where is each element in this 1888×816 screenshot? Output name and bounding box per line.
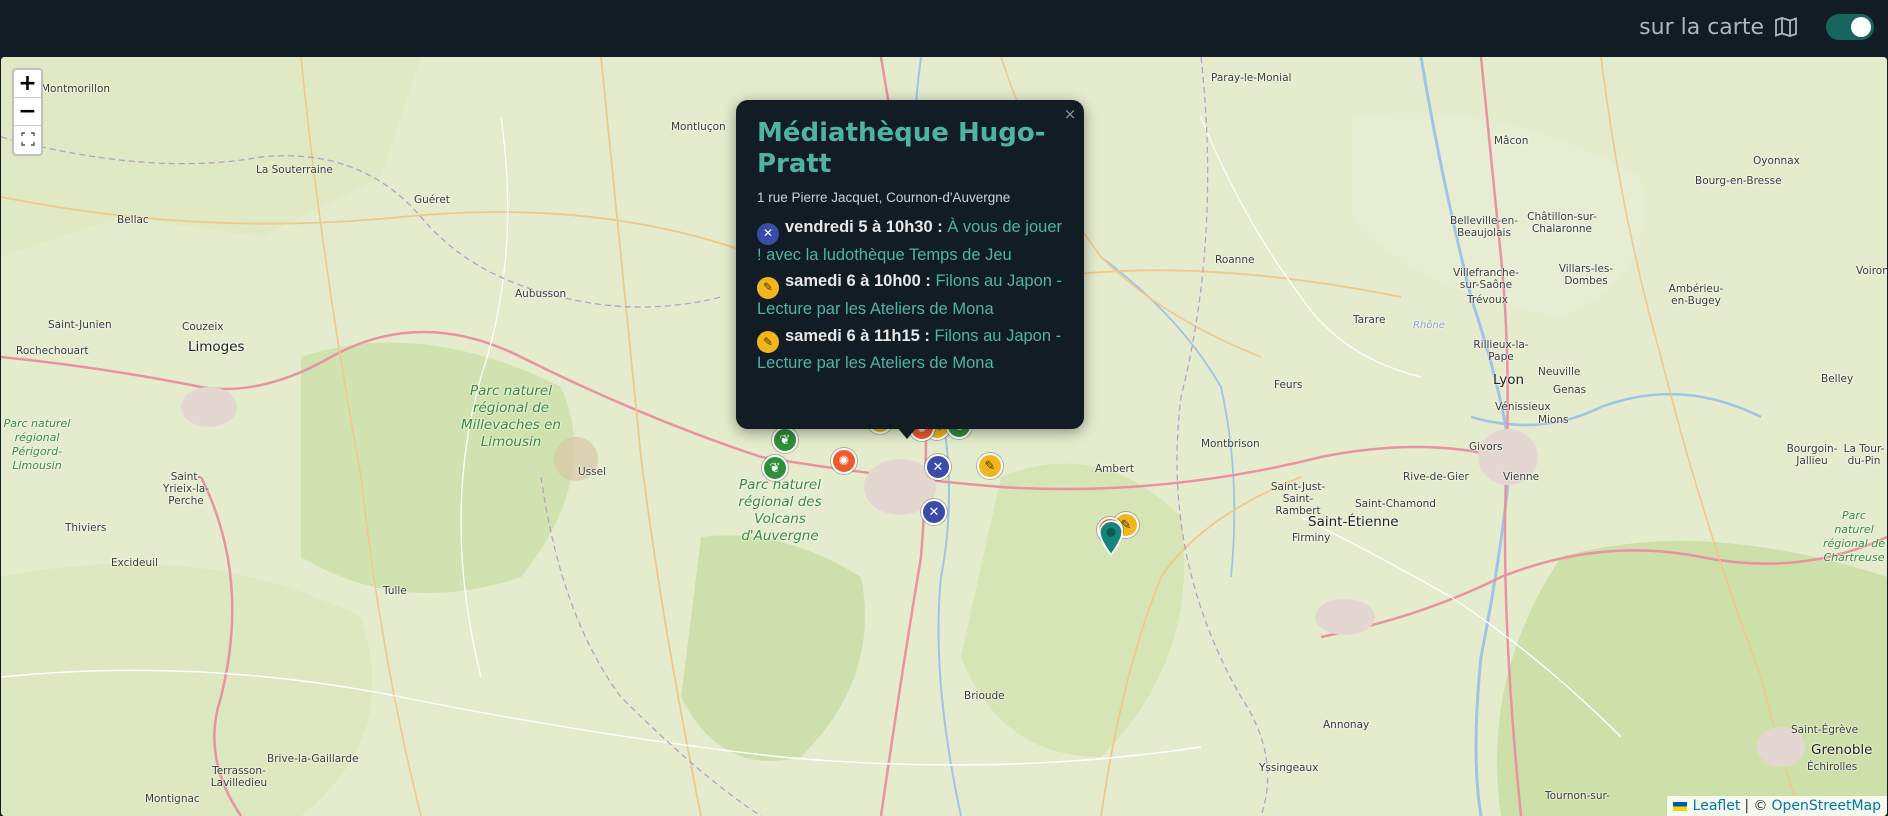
openstreetmap-link[interactable]: OpenStreetMap xyxy=(1772,798,1881,814)
park-label: Parc naturel régional des Volcans d'Auve… xyxy=(738,477,822,544)
tools-icon: ✕ xyxy=(757,222,779,245)
zoom-control: + − xyxy=(12,68,43,156)
map-icon xyxy=(1775,17,1797,37)
place-label: Aubusson xyxy=(515,288,567,300)
event-datetime: samedi 6 à 11h15 : xyxy=(785,326,930,345)
place-label: Bellac xyxy=(117,214,149,226)
place-label: Saint-Yrieix-la-Perche xyxy=(162,471,210,507)
place-label: La Tour-du-Pin xyxy=(1843,443,1885,467)
popup-address: 1 rue Pierre Jacquet, Cournon-d'Auvergne xyxy=(757,190,1011,205)
fullscreen-icon[interactable] xyxy=(14,126,41,154)
place-label: Montluçon xyxy=(671,121,726,133)
place-label: Trévoux xyxy=(1467,294,1508,306)
place-label: Excideuil xyxy=(111,557,158,569)
zoom-out-button[interactable]: − xyxy=(14,98,41,126)
place-label: Rhône xyxy=(1413,320,1445,331)
place-label: Roanne xyxy=(1215,254,1255,266)
place-label: Belley xyxy=(1821,373,1854,385)
show-event-marker[interactable]: ✺ xyxy=(831,448,857,474)
attribution-separator: | © xyxy=(1744,798,1768,814)
nature-event-marker[interactable]: ❦ xyxy=(772,427,798,453)
reading-event-marker[interactable]: ✎ xyxy=(977,453,1003,479)
place-label: Ambérieu-en-Bugey xyxy=(1668,283,1724,307)
place-label: Villefranche-sur-Saône xyxy=(1453,267,1519,291)
place-label: Lyon xyxy=(1493,372,1525,388)
zoom-in-button[interactable]: + xyxy=(14,70,41,98)
place-label: Feurs xyxy=(1274,379,1303,391)
place-label: Bourg-en-Bresse xyxy=(1695,175,1782,187)
place-label: Saint-Junien xyxy=(48,319,112,331)
place-label: Brive-la-Gaillarde xyxy=(267,753,359,765)
close-icon[interactable]: × xyxy=(1062,106,1078,122)
place-label: Bourgoin-Jallieu xyxy=(1786,443,1838,467)
reading-icon: ✎ xyxy=(757,331,779,354)
place-label: Tarare xyxy=(1353,314,1386,326)
place-label: Saint-Égrève xyxy=(1791,724,1859,736)
place-label: Saint-Étienne xyxy=(1308,514,1399,530)
leaflet-link[interactable]: Leaflet xyxy=(1693,798,1741,814)
place-label: Belleville-en-Beaujolais xyxy=(1449,215,1519,239)
place-label: Brioude xyxy=(964,690,1005,702)
place-label: Villars-les-Dombes xyxy=(1558,263,1614,287)
place-label: Tulle xyxy=(383,585,407,597)
venue-popup: × Médiathèque Hugo-Pratt 1 rue Pierre Ja… xyxy=(736,100,1084,429)
place-label: Terrasson-Lavilledieu xyxy=(210,765,268,789)
place-label: Ambert xyxy=(1095,463,1134,475)
place-label: Firminy xyxy=(1292,532,1331,544)
view-label: sur la carte xyxy=(1639,14,1764,40)
place-label: Saint-Chamond xyxy=(1355,498,1436,510)
place-label: Rillieux-la-Pape xyxy=(1473,339,1529,363)
popup-title: Médiathèque Hugo-Pratt xyxy=(757,118,1046,179)
place-label: Montignac xyxy=(145,793,200,805)
place-label: Mâcon xyxy=(1494,135,1529,147)
map-attribution: Leaflet | © OpenStreetMap xyxy=(1666,796,1887,816)
place-label: Voiron xyxy=(1856,265,1887,277)
event-item: ✎ samedi 6 à 10h00 : Filons au Japon - Le… xyxy=(757,271,1063,320)
location-pin-icon[interactable] xyxy=(1098,520,1124,556)
nature-event-marker[interactable]: ❦ xyxy=(762,455,788,481)
map-toggle-switch[interactable] xyxy=(1826,14,1874,40)
reading-icon: ✎ xyxy=(757,277,779,299)
place-label: Rochechouart xyxy=(16,345,89,357)
place-label: Neuville xyxy=(1538,366,1581,378)
workshop-event-marker[interactable]: ✕ xyxy=(925,454,951,480)
place-label: Montmorillon xyxy=(41,83,111,95)
event-item: ✎ samedi 6 à 11h15 : Filons au Japon - Le… xyxy=(757,326,1063,375)
place-label: Vénissieux xyxy=(1495,401,1551,413)
place-label: La Souterraine xyxy=(256,164,333,176)
place-label: Yssingeaux xyxy=(1259,762,1319,774)
park-label: Parc naturel régional Périgord-Limousin xyxy=(3,417,71,472)
place-label: Annonay xyxy=(1323,719,1370,731)
place-label: Genas xyxy=(1553,384,1587,396)
ukraine-flag-icon xyxy=(1672,801,1687,811)
place-label: Givors xyxy=(1469,441,1503,453)
place-label: Mions xyxy=(1538,414,1569,426)
place-label: Paray-le-Monial xyxy=(1211,72,1292,84)
top-bar: sur la carte xyxy=(0,0,1888,56)
place-label: Thiviers xyxy=(65,522,107,534)
switch-knob xyxy=(1851,17,1871,37)
park-label: Parc naturel régional de Millevaches en … xyxy=(461,383,561,450)
place-label: Saint-Just-Saint-Rambert xyxy=(1270,481,1326,517)
park-label: Parc naturel régional de Chartreuse xyxy=(1822,509,1886,564)
map-view-toggle[interactable]: sur la carte xyxy=(1639,10,1874,44)
place-label: Guéret xyxy=(414,194,450,206)
event-item: ✕ vendredi 5 à 10h30 : À vous de jouer ! … xyxy=(757,217,1063,266)
popup-tip xyxy=(897,427,917,439)
place-label: Limoges xyxy=(188,339,245,355)
place-label: Rive-de-Gier xyxy=(1403,471,1469,483)
place-label: Châtillon-sur-Chalaronne xyxy=(1527,211,1597,235)
workshop-event-marker[interactable]: ✕ xyxy=(921,499,947,525)
event-datetime: vendredi 5 à 10h30 : xyxy=(785,218,943,236)
place-label: Ussel xyxy=(578,466,607,478)
place-label: Vienne xyxy=(1503,471,1540,483)
place-label: Échirolles xyxy=(1807,761,1858,773)
place-label: Grenoble xyxy=(1811,742,1873,758)
place-label: Montbrison xyxy=(1201,438,1260,450)
place-label: Couzeix xyxy=(182,321,224,333)
place-label: Tournon-sur- xyxy=(1545,790,1610,802)
event-datetime: samedi 6 à 10h00 : xyxy=(785,272,931,291)
event-list: ✕ vendredi 5 à 10h30 : À vous de jouer ! … xyxy=(757,217,1063,375)
place-label: Oyonnax xyxy=(1753,155,1800,167)
